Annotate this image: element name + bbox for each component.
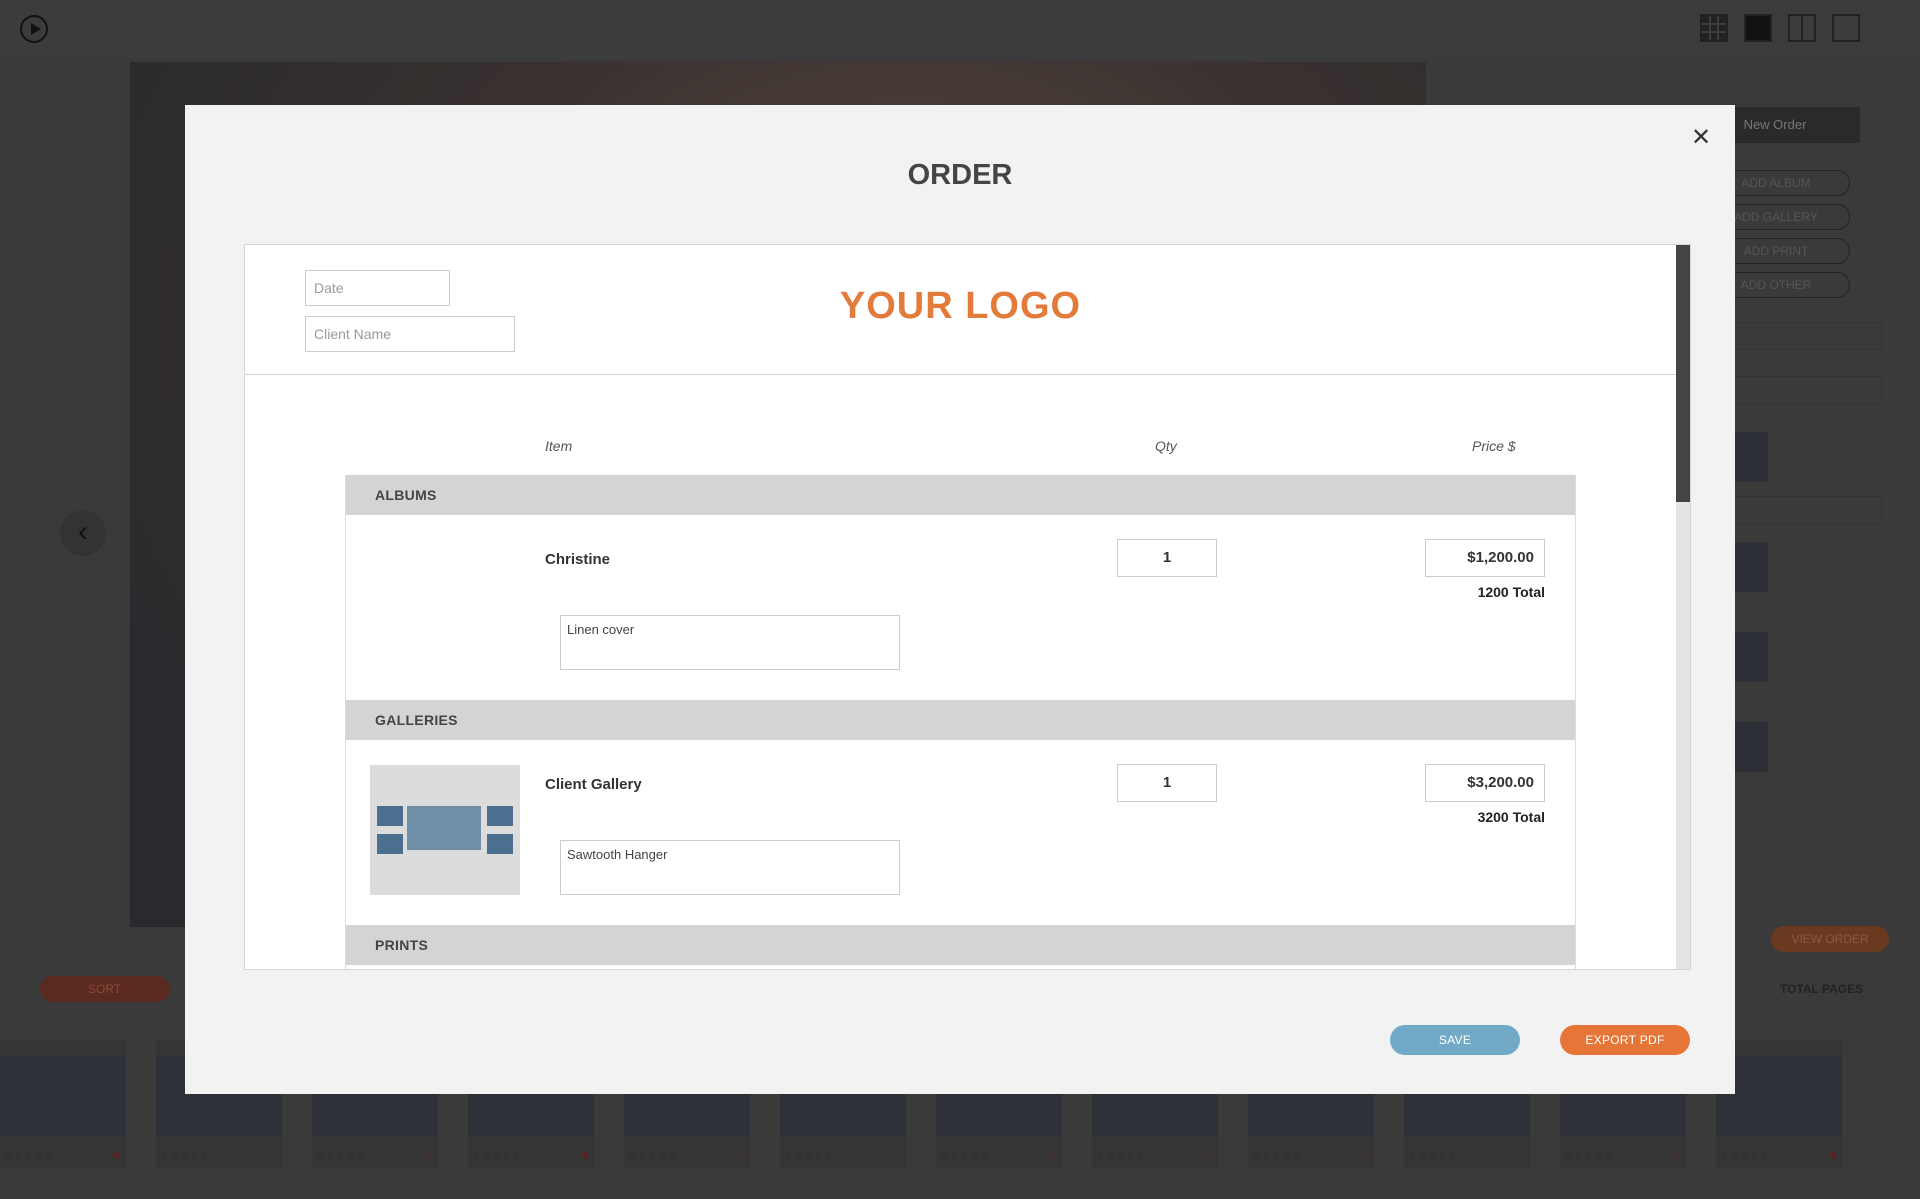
- film-thumbnail[interactable]: ☆☆☆☆☆ ♥: [0, 1040, 126, 1168]
- gallery-qty-input[interactable]: 1: [1117, 764, 1217, 802]
- album-price-input[interactable]: $1,200.00: [1425, 539, 1545, 577]
- prints-section-header: PRINTS: [346, 925, 1575, 965]
- qty-column-header: Qty: [1155, 438, 1177, 454]
- top-toolbar: [0, 0, 1920, 58]
- album-item-name: Christine: [545, 551, 611, 568]
- view-mode-switcher: [1700, 14, 1860, 42]
- order-modal: ORDER ✕ YOUR LOGO Item Qty Price $ ALBUM…: [185, 105, 1735, 1094]
- order-sheet: YOUR LOGO Item Qty Price $ ALBUMS Christ…: [244, 244, 1691, 970]
- logo: YOUR LOGO: [839, 285, 1082, 327]
- scrollbar[interactable]: [1676, 245, 1690, 969]
- scrollbar-thumb[interactable]: [1676, 245, 1690, 502]
- total-pages-label: TOTAL PAGES: [1780, 982, 1864, 996]
- gallery-photo: [376, 833, 404, 855]
- galleries-section-header: GALLERIES: [346, 700, 1575, 740]
- close-icon[interactable]: ✕: [1690, 126, 1712, 150]
- gallery-photo: [486, 833, 514, 855]
- album-qty-input[interactable]: 1: [1117, 539, 1217, 577]
- modal-title: ORDER: [907, 159, 1013, 191]
- price-column-header: Price $: [1472, 438, 1516, 454]
- spread-view-icon[interactable]: [1744, 14, 1772, 42]
- gallery-note-field[interactable]: Sawtooth Hanger: [560, 840, 900, 895]
- play-icon[interactable]: [20, 15, 48, 43]
- album-note-field[interactable]: Linen cover: [560, 615, 900, 670]
- order-header: YOUR LOGO: [245, 245, 1676, 375]
- export-pdf-button[interactable]: EXPORT PDF: [1560, 1025, 1690, 1055]
- gallery-item-total: 3200 Total: [1477, 809, 1545, 825]
- split-view-icon[interactable]: [1788, 14, 1816, 42]
- grid-view-icon[interactable]: [1700, 14, 1728, 42]
- albums-section-header: ALBUMS: [346, 475, 1575, 515]
- save-button[interactable]: SAVE: [1390, 1025, 1520, 1055]
- item-column-header: Item: [545, 438, 573, 454]
- view-order-button[interactable]: VIEW ORDER: [1771, 926, 1889, 952]
- chevron-left-icon[interactable]: ‹: [60, 510, 106, 556]
- gallery-price-input[interactable]: $3,200.00: [1425, 764, 1545, 802]
- single-view-icon[interactable]: [1832, 14, 1860, 42]
- order-table: ALBUMS Christine 1 $1,200.00 1200 Total …: [345, 475, 1576, 969]
- gallery-item-name: Client Gallery: [545, 776, 642, 793]
- sort-button[interactable]: SORT: [40, 976, 170, 1002]
- gallery-thumbnail: [370, 765, 520, 895]
- album-item-total: 1200 Total: [1477, 584, 1545, 600]
